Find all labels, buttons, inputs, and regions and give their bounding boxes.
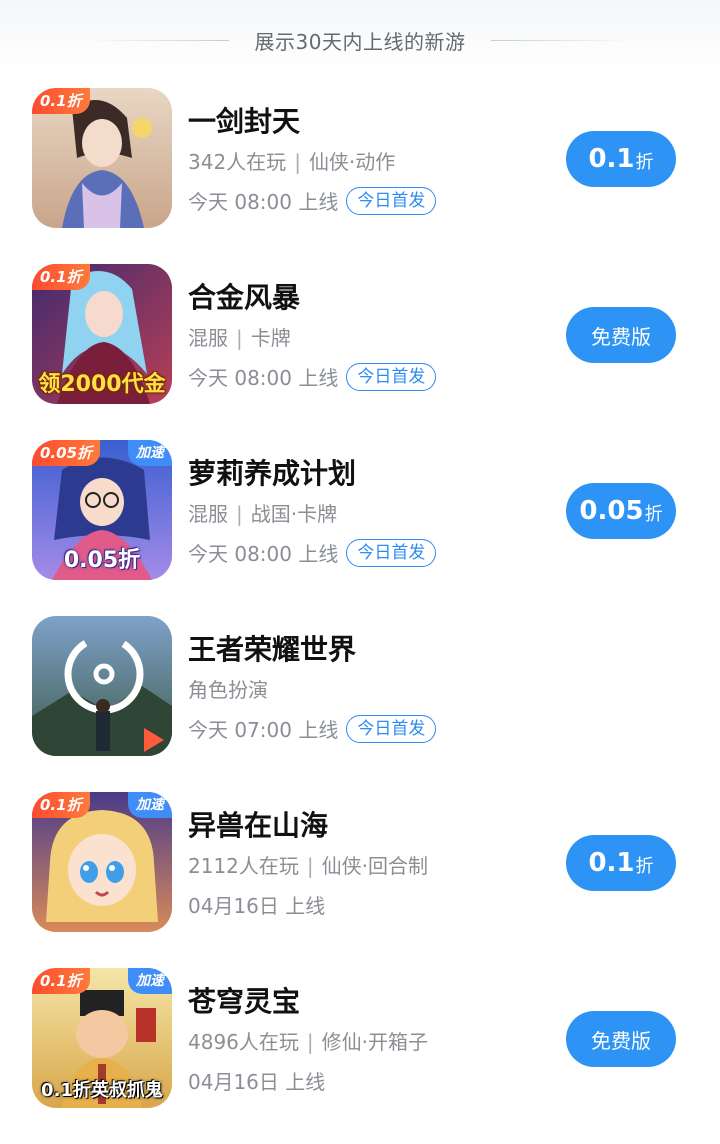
- game-name: 合金风暴: [188, 281, 301, 314]
- game-meta: 角色扮演: [188, 674, 268, 703]
- icon-promo-caption: 0.1折英叔抓鬼: [41, 1080, 163, 1101]
- game-meta-genre: 角色扮演: [188, 678, 268, 702]
- launch-line: 04月16日 上线: [188, 1066, 325, 1095]
- game-meta: 混服 | 卡牌: [188, 322, 291, 351]
- game-meta-server: 混服: [188, 502, 228, 526]
- game-icon[interactable]: 0.1折 加速 0.1折英叔抓鬼: [32, 968, 172, 1108]
- game-row[interactable]: 0.1折 一剑封天 342人在玩 | 仙侠·动作 今天 08:00 上线 今日首发 …: [0, 88, 720, 264]
- game-meta-genre: 仙侠·回合制: [321, 854, 429, 878]
- game-icon[interactable]: 0.05折 加速 0.05折: [32, 440, 172, 580]
- launch-time: 04月16日 上线: [188, 1070, 326, 1094]
- game-icon[interactable]: 0.1折 领2000代金: [32, 264, 172, 404]
- first-release-tag: 今日首发: [346, 362, 437, 391]
- discount-unit: 折: [635, 856, 654, 877]
- discount-button[interactable]: 0.05 折: [566, 483, 676, 539]
- game-meta: 342人在玩 | 仙侠·动作: [188, 146, 395, 175]
- game-meta-players: 4896人在玩: [188, 1030, 299, 1054]
- section-header: 展示30天内上线的新游: [0, 22, 720, 58]
- launch-time: 今天 07:00 上线: [188, 718, 339, 742]
- launch-line: 今天 08:00 上线 今日首发: [188, 362, 437, 391]
- discount-button[interactable]: 0.1 折: [566, 835, 676, 891]
- launch-time: 今天 08:00 上线: [188, 190, 339, 214]
- game-icon[interactable]: 0.1折: [32, 88, 172, 228]
- game-row[interactable]: 0.1折 领2000代金 合金风暴 混服 | 卡牌 今天 08:00 上线 今日首发…: [0, 264, 720, 440]
- speed-badge: 加速: [128, 968, 172, 994]
- discount-badge: 0.1折: [32, 968, 90, 994]
- discount-unit: 折: [644, 504, 663, 525]
- free-version-button[interactable]: 免费版: [566, 307, 676, 363]
- discount-value: 0.05: [579, 496, 644, 526]
- discount-badge: 0.1折: [32, 264, 90, 290]
- game-name: 一剑封天: [188, 105, 301, 138]
- meta-separator: |: [294, 150, 301, 174]
- game-name: 苍穹灵宝: [188, 985, 301, 1018]
- launch-line: 今天 08:00 上线 今日首发: [188, 538, 437, 567]
- game-meta-players: 2112人在玩: [188, 854, 299, 878]
- header-divider-left: [88, 39, 229, 41]
- game-name: 王者荣耀世界: [188, 633, 357, 666]
- game-meta-genre: 仙侠·动作: [308, 150, 396, 174]
- discount-badge: 0.1折: [32, 88, 90, 114]
- meta-separator: |: [306, 854, 314, 878]
- launch-time: 04月16日 上线: [188, 894, 326, 918]
- game-row[interactable]: 0.1折 加速 0.1折英叔抓鬼 苍穹灵宝 4896人在玩 | 修仙·开箱子 04月…: [0, 968, 720, 1144]
- game-meta-genre: 卡牌: [250, 326, 291, 350]
- free-version-button[interactable]: 免费版: [566, 1011, 676, 1067]
- game-meta: 2112人在玩 | 仙侠·回合制: [188, 850, 428, 879]
- first-release-tag: 今日首发: [346, 538, 437, 567]
- game-meta-server: 混服: [188, 326, 228, 350]
- game-list: 0.1折 一剑封天 342人在玩 | 仙侠·动作 今天 08:00 上线 今日首发 …: [0, 88, 720, 1144]
- icon-promo-caption: 领2000代金: [38, 372, 166, 397]
- discount-unit: 折: [635, 152, 654, 173]
- launch-time: 今天 08:00 上线: [188, 542, 339, 566]
- game-meta-genre: 战国·卡牌: [250, 502, 338, 526]
- game-row[interactable]: 0.1折 加速 异兽在山海 2112人在玩 | 仙侠·回合制 04月16日 上线 0…: [0, 792, 720, 968]
- header-divider-right: [491, 39, 632, 41]
- discount-button[interactable]: 0.1 折: [566, 131, 676, 187]
- first-release-tag: 今日首发: [346, 714, 437, 743]
- launch-line: 04月16日 上线: [188, 890, 325, 919]
- game-name: 萝莉养成计划: [188, 457, 357, 490]
- game-name: 异兽在山海: [188, 809, 329, 842]
- discount-value: 0.1: [588, 144, 635, 174]
- game-meta-genre: 修仙·开箱子: [321, 1030, 429, 1054]
- game-meta: 4896人在玩 | 修仙·开箱子: [188, 1026, 428, 1055]
- launch-line: 今天 07:00 上线 今日首发: [188, 714, 437, 743]
- meta-separator: |: [236, 502, 243, 526]
- game-row[interactable]: 0.05折 加速 0.05折 萝莉养成计划 混服 | 战国·卡牌 今天 08:00 …: [0, 440, 720, 616]
- speed-badge: 加速: [128, 792, 172, 818]
- meta-separator: |: [236, 326, 243, 350]
- section-title: 展示30天内上线的新游: [254, 29, 466, 54]
- meta-separator: |: [306, 1030, 314, 1054]
- launch-line: 今天 08:00 上线 今日首发: [188, 186, 437, 215]
- first-release-tag: 今日首发: [346, 186, 437, 215]
- discount-badge: 0.05折: [32, 440, 101, 466]
- game-icon[interactable]: 0.1折 加速: [32, 792, 172, 932]
- discount-value: 0.1: [588, 848, 635, 878]
- game-meta: 混服 | 战国·卡牌: [188, 498, 337, 527]
- discount-badge: 0.1折: [32, 792, 90, 818]
- launch-time: 今天 08:00 上线: [188, 366, 339, 390]
- game-row[interactable]: 王者荣耀世界 角色扮演 今天 07:00 上线 今日首发: [0, 616, 720, 792]
- game-icon[interactable]: [32, 616, 172, 756]
- icon-promo-caption: 0.05折: [63, 548, 141, 573]
- speed-badge: 加速: [128, 440, 172, 466]
- game-meta-players: 342人在玩: [188, 150, 287, 174]
